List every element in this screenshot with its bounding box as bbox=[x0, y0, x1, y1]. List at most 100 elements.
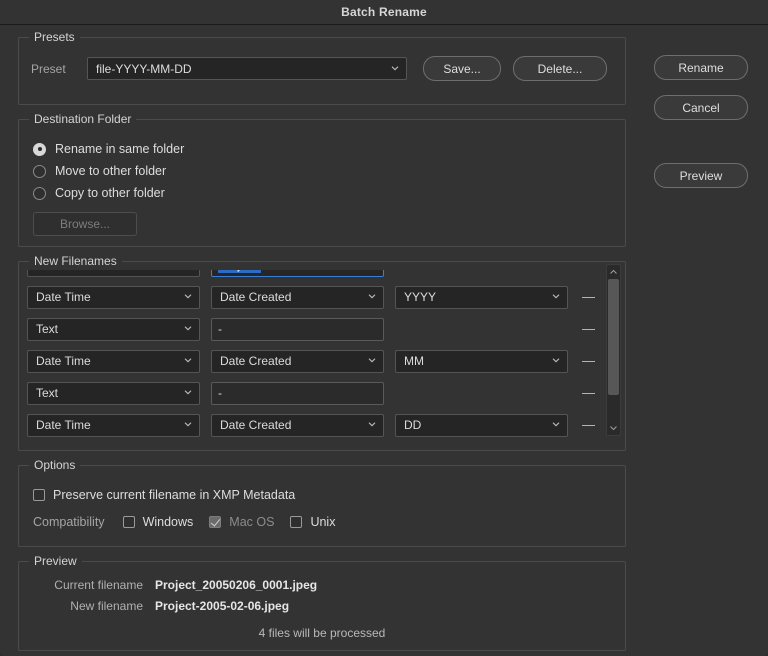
radio-rename-in-same-folder[interactable]: Rename in same folder bbox=[33, 138, 613, 160]
token-source-value: Date Created bbox=[220, 418, 292, 432]
token-format-select[interactable]: DD bbox=[395, 413, 568, 437]
scrollbar-track[interactable] bbox=[607, 279, 620, 421]
filename-token-row: Date Time Date Created bbox=[27, 409, 599, 438]
remove-row-button[interactable] bbox=[582, 270, 595, 272]
new-filenames-scrollport: Text Project- bbox=[27, 270, 599, 438]
radio-indicator bbox=[33, 164, 46, 178]
rename-button[interactable]: Rename bbox=[654, 55, 748, 80]
radio-move-to-other-folder[interactable]: Move to other folder bbox=[33, 160, 613, 182]
window-titlebar: Batch Rename bbox=[0, 0, 768, 25]
radio-label: Move to other folder bbox=[55, 164, 167, 178]
token-source-value: Date Created bbox=[220, 354, 292, 368]
preview-new-label: New filename bbox=[70, 599, 143, 613]
chevron-down-icon bbox=[368, 420, 376, 428]
row-controls bbox=[582, 291, 599, 304]
chevron-down-icon bbox=[391, 64, 399, 72]
filename-token-row: Date Time Date Created bbox=[27, 345, 599, 377]
token-text-value: Project- bbox=[218, 270, 262, 273]
token-type-value: Text bbox=[36, 270, 58, 272]
new-filenames-scrollbar[interactable] bbox=[606, 264, 621, 436]
compatibility-row: Compatibility Windows Mac OS Unix bbox=[33, 510, 613, 534]
dialog-action-buttons: Rename Cancel Preview bbox=[654, 55, 748, 188]
checkbox-indicator bbox=[209, 516, 222, 528]
compat-checkbox-windows[interactable]: Windows bbox=[122, 515, 194, 529]
preset-select[interactable]: file-YYYY-MM-DD bbox=[87, 57, 407, 80]
token-format-value: DD bbox=[404, 418, 422, 432]
token-text-input[interactable]: Project- bbox=[211, 270, 384, 277]
scroll-down-arrow-icon[interactable] bbox=[607, 421, 620, 435]
token-text-value: - bbox=[218, 386, 222, 400]
token-type-select[interactable]: Text bbox=[27, 317, 200, 341]
token-type-select[interactable]: Date Time bbox=[27, 349, 200, 373]
presets-legend: Presets bbox=[29, 30, 80, 44]
scroll-up-arrow-icon[interactable] bbox=[607, 265, 620, 279]
new-filenames-group: New Filenames Text bbox=[18, 254, 626, 451]
token-source-select[interactable]: Date Created bbox=[211, 285, 384, 309]
token-format-value: YYYY bbox=[404, 290, 437, 304]
filename-token-row: Date Time Date Created bbox=[27, 281, 599, 313]
token-source-select[interactable]: Date Created bbox=[211, 413, 384, 437]
checkbox-label: Mac OS bbox=[229, 515, 275, 529]
dialog-body: Presets Preset file-YYYY-MM-DD Save... D… bbox=[0, 25, 768, 656]
preview-file-count-note: 4 files will be processed bbox=[258, 626, 386, 640]
remove-row-button[interactable] bbox=[582, 419, 595, 432]
preview-current-label: Current filename bbox=[54, 578, 143, 592]
button-spacer bbox=[654, 120, 748, 163]
radio-indicator bbox=[33, 142, 46, 156]
token-type-select[interactable]: Text bbox=[27, 381, 200, 405]
preview-button[interactable]: Preview bbox=[654, 163, 748, 188]
row-controls bbox=[582, 323, 599, 336]
dialog-left-column: Presets Preset file-YYYY-MM-DD Save... D… bbox=[18, 30, 626, 656]
checkbox-indicator bbox=[290, 516, 303, 528]
cancel-button[interactable]: Cancel bbox=[654, 95, 748, 120]
preview-current-value: Project_20050206_0001.jpeg bbox=[155, 578, 318, 592]
remove-row-button[interactable] bbox=[582, 291, 595, 304]
preset-row: Preset file-YYYY-MM-DD Save... Delete... bbox=[31, 56, 613, 81]
token-type-select[interactable]: Date Time bbox=[27, 285, 200, 309]
checkbox-label: Unix bbox=[310, 515, 336, 529]
remove-row-button[interactable] bbox=[582, 387, 595, 400]
chevron-down-icon bbox=[184, 388, 192, 396]
filename-token-row: Text - bbox=[27, 377, 599, 409]
checkbox-label: Windows bbox=[142, 515, 194, 529]
radio-copy-to-other-folder[interactable]: Copy to other folder bbox=[33, 182, 613, 204]
compat-checkbox-mac-os: Mac OS bbox=[209, 515, 274, 529]
token-text-input[interactable]: - bbox=[211, 381, 384, 405]
preview-current-filename-row: Current filename Project_20050206_0001.j… bbox=[31, 578, 613, 599]
remove-row-button[interactable] bbox=[582, 323, 595, 336]
token-type-select[interactable]: Date Time bbox=[27, 413, 200, 437]
token-format-value: MM bbox=[404, 354, 424, 368]
remove-row-button[interactable] bbox=[582, 355, 595, 368]
scrollbar-thumb[interactable] bbox=[608, 279, 619, 395]
token-format-select[interactable]: YYYY bbox=[395, 285, 568, 309]
token-text-input[interactable]: - bbox=[211, 317, 384, 341]
radio-indicator bbox=[33, 186, 46, 200]
chevron-down-icon bbox=[552, 420, 560, 428]
row-controls bbox=[582, 270, 599, 272]
row-controls bbox=[582, 419, 599, 432]
radio-label: Rename in same folder bbox=[55, 142, 185, 156]
chevron-down-icon bbox=[184, 324, 192, 332]
preview-legend: Preview bbox=[29, 554, 82, 568]
token-source-select[interactable]: Date Created bbox=[211, 349, 384, 373]
compat-checkbox-unix[interactable]: Unix bbox=[290, 515, 335, 529]
presets-group: Presets Preset file-YYYY-MM-DD Save... D… bbox=[18, 30, 626, 105]
preview-new-filename-row: New filename Project-2005-02-06.jpeg bbox=[31, 599, 613, 620]
token-format-select[interactable]: MM bbox=[395, 349, 568, 373]
chevron-down-icon bbox=[368, 292, 376, 300]
batch-rename-window: Batch Rename Presets Preset file-YYYY-MM… bbox=[0, 0, 768, 656]
chevron-down-icon bbox=[184, 292, 192, 300]
checkbox-label: Preserve current filename in XMP Metadat… bbox=[53, 488, 296, 502]
destination-folder-group: Destination Folder Rename in same folder… bbox=[18, 112, 626, 247]
token-type-value: Date Time bbox=[36, 290, 91, 304]
delete-preset-button[interactable]: Delete... bbox=[513, 56, 607, 81]
browse-button[interactable]: Browse... bbox=[33, 212, 137, 236]
save-preset-button[interactable]: Save... bbox=[423, 56, 501, 81]
filename-token-row: Text - bbox=[27, 313, 599, 345]
token-type-value: Date Time bbox=[36, 354, 91, 368]
token-type-select[interactable]: Text bbox=[27, 270, 200, 277]
token-source-value: Date Created bbox=[220, 290, 292, 304]
chevron-down-icon bbox=[184, 420, 192, 428]
options-legend: Options bbox=[29, 458, 81, 472]
preserve-filename-checkbox[interactable]: Preserve current filename in XMP Metadat… bbox=[33, 484, 613, 506]
